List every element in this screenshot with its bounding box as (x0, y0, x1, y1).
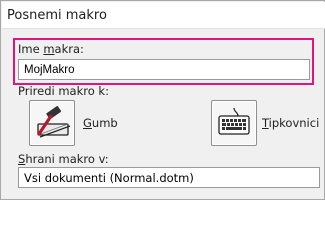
store-macro-label: Shrani makro v: (18, 152, 109, 166)
button-assign-button[interactable] (29, 100, 75, 146)
button-option-mnemonic: G (83, 116, 92, 130)
dialog-title: Posnemi makro (7, 8, 107, 23)
store-macro-select[interactable]: Vsi dokumenti (Normal.dotm) (18, 167, 320, 188)
button-option-suffix: umb (91, 116, 118, 130)
macro-name-label-prefix: Ime (18, 42, 44, 56)
hammer-button-icon (37, 106, 71, 138)
store-macro-value: Vsi dokumenti (Normal.dotm) (24, 171, 194, 185)
dialog-titlebar: Posnemi makro (2, 2, 325, 29)
macro-name-label-suffix: akra: (54, 42, 84, 56)
keyboard-option-suffix: ipkovnici (268, 116, 320, 130)
button-option-label: Gumb (83, 116, 118, 130)
macro-name-label-mnemonic: m (43, 42, 55, 56)
keyboard-icon (218, 107, 250, 135)
keyboard-option-mnemonic: T (262, 116, 269, 130)
macro-name-input[interactable] (18, 59, 310, 80)
assign-macro-label: Priredi makro k: (18, 84, 109, 98)
keyboard-option-label: Tipkovnici (262, 116, 319, 130)
keyboard-assign-button[interactable] (211, 100, 257, 146)
macro-name-label: Ime makra: (18, 42, 84, 56)
store-macro-label-suffix: hrani makro v: (25, 152, 109, 166)
